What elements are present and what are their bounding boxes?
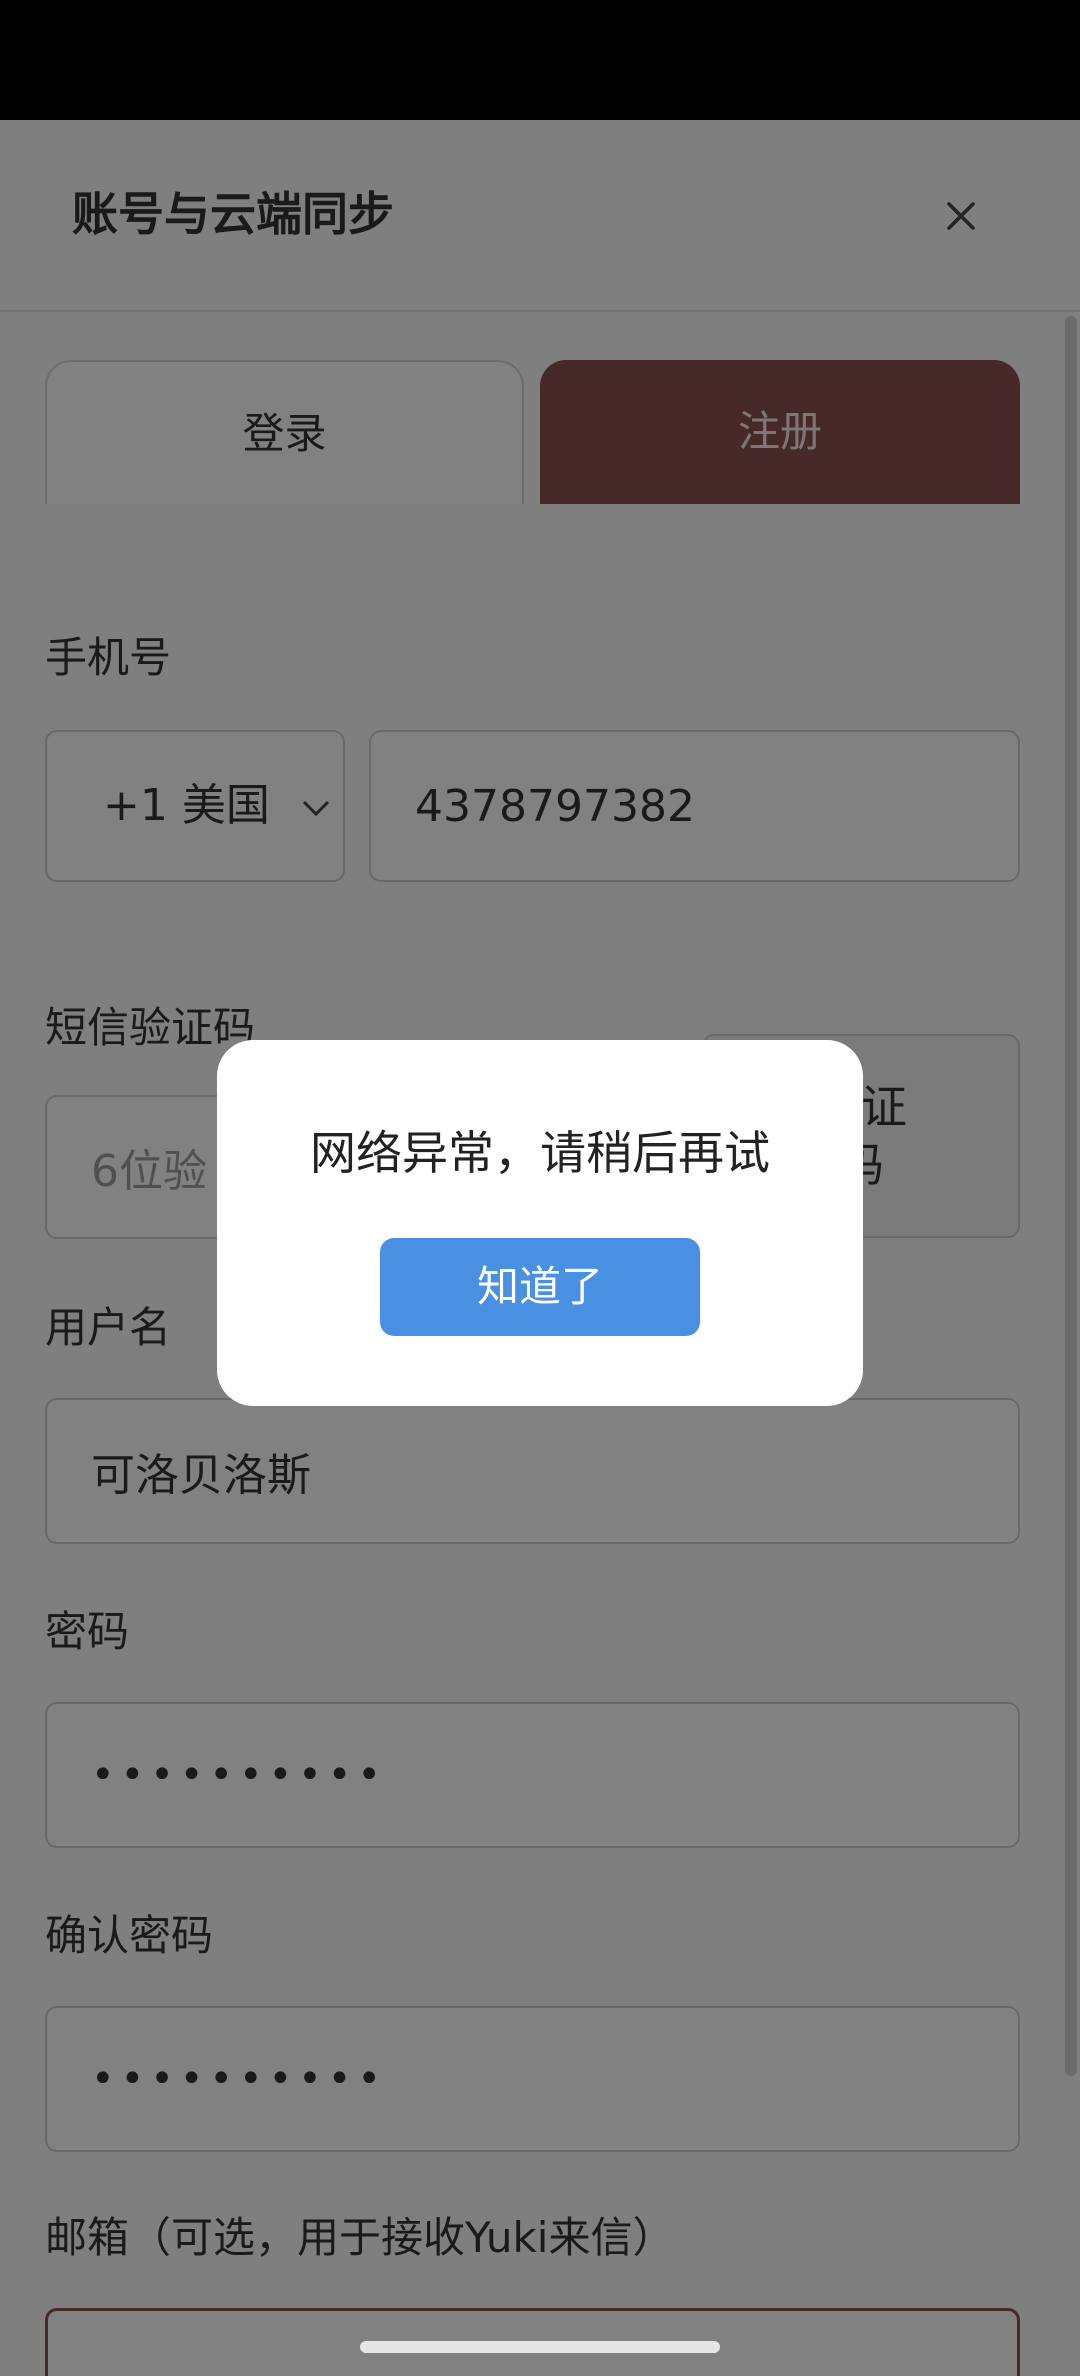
- dialog-message: 网络异常，请稍后再试: [310, 1126, 770, 1180]
- dialog-ok-button[interactable]: 知道了: [380, 1238, 700, 1336]
- home-indicator[interactable]: [360, 2341, 720, 2353]
- error-dialog: 网络异常，请稍后再试 知道了: [217, 1040, 863, 1406]
- status-bar: [0, 0, 1080, 120]
